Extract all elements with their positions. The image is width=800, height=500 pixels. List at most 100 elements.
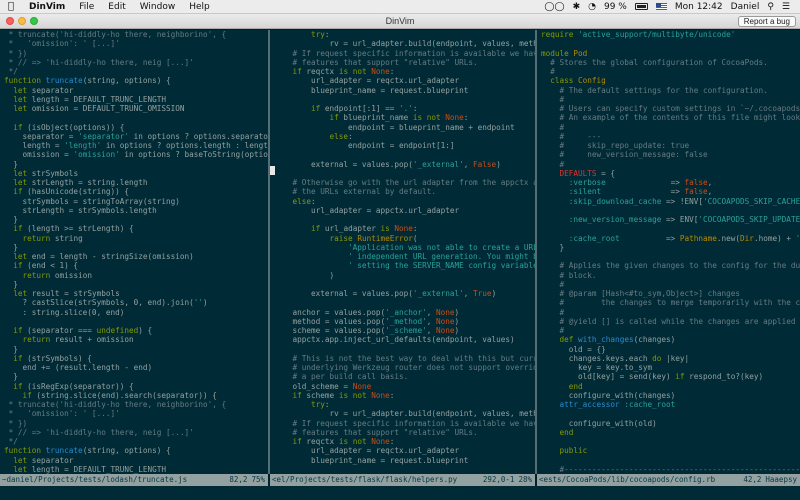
menu-file[interactable]: File (72, 2, 101, 12)
code-line[interactable] (541, 409, 800, 418)
code-line[interactable] (274, 280, 535, 289)
menu-window[interactable]: Window (133, 2, 183, 12)
code-line[interactable]: # (541, 326, 800, 335)
code-line[interactable]: # --- (541, 132, 800, 141)
code-line[interactable] (541, 252, 800, 261)
code-line[interactable]: # (541, 308, 800, 317)
notification-center-icon[interactable]: ☰ (778, 2, 794, 12)
code-line[interactable]: if endpoint[:1] == '.': (274, 104, 535, 113)
code-line[interactable]: ? castSlice(strSymbols, 0, end).join('') (4, 298, 268, 307)
code-line[interactable]: } (4, 160, 268, 169)
code-line[interactable]: changes.keys.each do |key| (541, 354, 800, 363)
code-line[interactable]: DEFAULTS = { (541, 169, 800, 178)
code-line[interactable]: :cache_root => Pathname.new(Dir.home) + … (541, 234, 800, 243)
code-line[interactable]: # features that support "relative" URLs. (274, 58, 535, 67)
code-line[interactable]: # @yield [] is called while the changes … (541, 317, 800, 326)
code-line[interactable]: return string (4, 234, 268, 243)
spotlight-search-icon[interactable]: ⚲ (763, 2, 778, 12)
code-line[interactable]: strSymbols = stringToArray(string) (4, 197, 268, 206)
code-line[interactable]: :skip_download_cache => !ENV['COCOAPODS_… (541, 197, 800, 206)
code-line[interactable]: :new_version_message => ENV['COCOAPODS_S… (541, 215, 800, 224)
code-line[interactable]: # Users can specify custom settings in `… (541, 104, 800, 113)
editor-pane-config-rb[interactable]: require 'active_support/multibyte/unicod… (537, 30, 800, 474)
menu-app-name[interactable]: DinVim (22, 2, 72, 12)
code-line[interactable]: # the changes to merge temporarily with … (541, 298, 800, 307)
code-line[interactable]: url_adapter = reqctx.url_adapter (274, 446, 535, 455)
code-line[interactable]: # The default settings for the configura… (541, 86, 800, 95)
code-line[interactable]: if url_adapter is None: (274, 224, 535, 233)
code-line[interactable]: * truncate('hi-diddly-ho there, neighbor… (4, 30, 268, 39)
code-line[interactable]: let length = DEFAULT_TRUNC_LENGTH (4, 465, 268, 474)
code-line[interactable]: if blueprint_name is not None: (274, 113, 535, 122)
code-line[interactable]: strLength = strSymbols.length (4, 206, 268, 215)
code-line[interactable]: if (length >= strLength) { (4, 224, 268, 233)
code-line[interactable]: external = values.pop('_external', False… (274, 160, 535, 169)
code-line[interactable] (274, 95, 535, 104)
code-line[interactable]: if reqctx is not None: (274, 437, 535, 446)
battery-icon[interactable] (631, 2, 652, 12)
code-line[interactable] (541, 456, 800, 465)
glasses-icon[interactable]: ◯◯ (540, 2, 568, 12)
code-line[interactable]: rv = url_adapter.build(endpoint, values,… (274, 409, 535, 418)
code-line[interactable]: appctx.app.inject_url_defaults(endpoint,… (274, 335, 535, 344)
code-line[interactable]: endpoint = endpoint[1:] (274, 141, 535, 150)
code-line[interactable]: # This is not the best way to deal with … (274, 354, 536, 363)
code-line[interactable]: external = values.pop('_external', True) (274, 289, 535, 298)
code-line[interactable]: key = key.to_sym (541, 363, 800, 372)
code-line[interactable]: old = {} (541, 345, 800, 354)
code-line[interactable]: if (isRegExp(separator)) { (4, 382, 268, 391)
code-line[interactable] (274, 169, 535, 178)
code-line[interactable]: try: (274, 30, 535, 39)
code-line[interactable]: } (4, 280, 268, 289)
code-line[interactable]: configure_with(old) (541, 419, 800, 428)
code-line[interactable] (4, 113, 268, 122)
code-line[interactable] (541, 206, 800, 215)
menu-edit[interactable]: Edit (101, 2, 132, 12)
code-line[interactable]: # new_version_message: false (541, 150, 800, 159)
code-line[interactable]: require 'active_support/multibyte/unicod… (541, 30, 800, 39)
code-line[interactable]: url_adapter = reqctx.url_adapter (274, 76, 535, 85)
close-window-button[interactable] (6, 17, 14, 25)
code-line[interactable]: } (541, 243, 800, 252)
code-line[interactable]: # (541, 280, 800, 289)
code-line[interactable]: function truncate(string, options) { (4, 446, 268, 455)
code-line[interactable]: */ (4, 67, 268, 76)
code-line[interactable] (541, 39, 800, 48)
code-line[interactable]: public (541, 446, 800, 455)
code-line[interactable] (274, 150, 535, 159)
code-line[interactable]: # underlying Werkzeug router does not su… (274, 363, 536, 372)
code-line[interactable]: let separator (4, 86, 268, 95)
battery-percent[interactable]: 99 % (600, 2, 631, 12)
code-line[interactable]: # (541, 160, 800, 169)
code-line[interactable]: # An example of the contents of this fil… (541, 113, 800, 122)
us-flag-input-icon[interactable] (652, 2, 671, 12)
code-line[interactable]: if reqctx is not None: (274, 67, 535, 76)
code-line[interactable]: # skip_repo_update: true (541, 141, 800, 150)
code-line[interactable]: if (isObject(options)) { (4, 123, 268, 132)
code-line[interactable]: old_scheme = None (274, 382, 535, 391)
user-name[interactable]: Daniel (727, 2, 764, 12)
code-line[interactable] (274, 465, 535, 474)
code-line[interactable]: # Stores the global configuration of Coc… (541, 58, 800, 67)
code-line[interactable]: * // => 'hi-diddly-ho there, neig [...]' (4, 428, 268, 437)
code-line[interactable] (274, 298, 535, 307)
code-line[interactable]: # Applies the given changes to the confi… (541, 261, 800, 270)
code-line[interactable]: end (541, 428, 800, 437)
code-line[interactable]: let end = length - stringSize(omission) (4, 252, 268, 261)
code-line[interactable]: } (4, 215, 268, 224)
code-line[interactable]: ' independent URL generation. You might … (274, 252, 535, 261)
code-line[interactable]: * }) (4, 49, 268, 58)
code-line[interactable]: # block. (541, 271, 800, 280)
code-line[interactable]: else: (274, 132, 535, 141)
code-line[interactable]: # @param [Hash<#to_sym,Object>] changes (541, 289, 800, 298)
code-line[interactable]: if (string.slice(end).search(separator))… (4, 391, 268, 400)
code-line[interactable]: separator = 'separator' in options ? opt… (4, 132, 269, 141)
code-line[interactable]: ' setting the SERVER_NAME config variabl… (274, 261, 535, 270)
minimize-window-button[interactable] (18, 17, 26, 25)
code-line[interactable]: class Config (541, 76, 800, 85)
code-line[interactable] (274, 215, 535, 224)
code-line[interactable]: old[key] = send(key) if respond_to?(key) (541, 372, 800, 381)
code-line[interactable]: anchor = values.pop('_anchor', None) (274, 308, 535, 317)
code-line[interactable]: */ (4, 437, 268, 446)
code-line[interactable]: } (4, 345, 268, 354)
